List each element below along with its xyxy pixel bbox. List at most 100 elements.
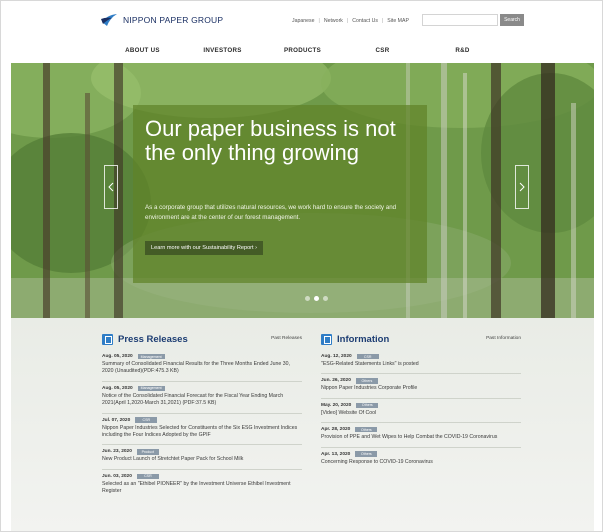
information-header: Information Past Information xyxy=(321,328,521,350)
press-releases-title: Press Releases xyxy=(118,333,188,345)
list-item[interactable]: Jun. 03, 2020 CSR Selected as an "Ethibe… xyxy=(102,473,302,496)
document-icon xyxy=(321,333,332,345)
news-tag: Management xyxy=(137,353,165,360)
slide-dot-2[interactable] xyxy=(314,296,319,301)
list-item[interactable]: Apr. 13, 2020 Others Concerning Response… xyxy=(321,451,521,466)
list-item[interactable]: Jun. 23, 2020 Product New Product Launch… xyxy=(102,448,302,463)
logo-mark-icon xyxy=(101,13,118,27)
news-meta: Apr. 28, 2020 Others xyxy=(321,426,521,433)
list-item[interactable]: Aug. 05, 2020 Management Summary of Cons… xyxy=(102,353,302,376)
search-input[interactable] xyxy=(422,14,498,26)
slide-dot-3[interactable] xyxy=(323,296,328,301)
main-nav: ABOUT US INVESTORS PRODUCTS CSR R&D xyxy=(1,41,602,63)
news-meta: Jun. 03, 2020 CSR xyxy=(102,473,302,480)
news-date: Jun. 03, 2020 xyxy=(102,473,132,479)
top-header: NIPPON PAPER GROUP Japanese | Network | … xyxy=(1,1,602,41)
news-tag: CSR xyxy=(136,473,159,480)
hero-caption-panel: Our paper business is not the only thing… xyxy=(133,105,427,283)
news-date: Jul. 07, 2020 xyxy=(102,417,131,423)
news-meta: Jul. 07, 2020 CSR xyxy=(102,417,302,424)
news-date: Aug. 12, 2020 xyxy=(321,354,352,359)
news-title[interactable]: Summary of Consolidated Financial Result… xyxy=(102,361,302,376)
past-information-link[interactable]: Past Information xyxy=(486,336,521,341)
information-title: Information xyxy=(337,333,390,345)
news-tag: Product xyxy=(136,449,159,455)
news-date: Aug. 05, 2020 xyxy=(102,354,133,359)
list-item[interactable]: Aug. 12, 2020 CSR "ESG-Related Statement… xyxy=(321,353,521,368)
nav-item-investors[interactable]: INVESTORS xyxy=(183,41,263,63)
slide-dot-1[interactable] xyxy=(305,296,310,301)
news-meta: Aug. 12, 2020 CSR xyxy=(321,353,521,360)
nav-item-about[interactable]: ABOUT US xyxy=(103,41,183,63)
list-item[interactable]: May. 20, 2020 Others [Video] Website Of … xyxy=(321,402,521,417)
news-meta: Jun. 23, 2020 Product xyxy=(102,448,302,455)
news-title[interactable]: Nippon Paper Industries Selected for Con… xyxy=(102,425,302,440)
logo[interactable]: NIPPON PAPER GROUP xyxy=(101,13,223,27)
utility-link-network[interactable]: Network xyxy=(324,18,343,24)
utility-links: Japanese | Network | Contact Us | Site M… xyxy=(292,18,409,24)
news-meta: Jun. 26, 2020 Others xyxy=(321,377,521,384)
news-tag: CSR xyxy=(356,353,379,360)
news-title[interactable]: Selected as an "Ethibel PIONEER" by the … xyxy=(102,481,302,496)
news-date: Aug. 05, 2020 xyxy=(102,385,133,391)
news-title[interactable]: Notice of the Consolidated Financial For… xyxy=(102,393,302,408)
divider xyxy=(321,446,521,448)
divider xyxy=(102,444,302,446)
hero-banner: Our paper business is not the only thing… xyxy=(11,63,594,318)
divider xyxy=(102,468,302,470)
list-item[interactable]: Jul. 07, 2020 CSR Nippon Paper Industrie… xyxy=(102,417,302,440)
news-meta: Aug. 05, 2020 Management xyxy=(102,353,302,360)
list-item[interactable]: Aug. 05, 2020 Management Notice of the C… xyxy=(102,385,302,408)
list-item[interactable]: Jun. 26, 2020 Others Nippon Paper Indust… xyxy=(321,377,521,392)
news-title[interactable]: Concerning Response to COVID-19 Coronavi… xyxy=(321,459,521,466)
chevron-right-icon xyxy=(519,182,525,192)
utility-link-japanese[interactable]: Japanese xyxy=(292,18,315,24)
hero-prev-button[interactable] xyxy=(104,165,118,209)
news-tag: Others xyxy=(356,402,379,409)
news-title[interactable]: Nippon Paper Industries Corporate Profil… xyxy=(321,385,521,392)
hero-next-button[interactable] xyxy=(515,165,529,209)
page: NIPPON PAPER GROUP Japanese | Network | … xyxy=(0,0,603,532)
chevron-left-icon xyxy=(108,182,114,192)
press-releases-header: Press Releases Past Releases xyxy=(102,328,302,350)
divider xyxy=(321,397,521,399)
news-date: Apr. 13, 2020 xyxy=(321,451,351,457)
news-tag: Others xyxy=(355,426,378,433)
news-date: May. 20, 2020 xyxy=(321,402,352,408)
news-tag: Others xyxy=(355,451,378,457)
news-tag: Management xyxy=(137,385,165,392)
logo-text: NIPPON PAPER GROUP xyxy=(123,15,224,25)
nav-item-products[interactable]: PRODUCTS xyxy=(263,41,343,63)
news-meta: Apr. 13, 2020 Others xyxy=(321,451,521,458)
press-releases-column: Press Releases Past Releases Aug. 05, 20… xyxy=(102,318,302,501)
news-title[interactable]: [Video] Website Of Cool xyxy=(321,410,521,417)
divider xyxy=(102,380,302,382)
utility-separator: | xyxy=(318,18,320,24)
news-title[interactable]: Provision of PPE and Wet Wipes to Help C… xyxy=(321,434,521,441)
news-tag: CSR xyxy=(135,417,158,423)
divider xyxy=(321,422,521,424)
search-button[interactable]: Search xyxy=(500,14,524,26)
utility-link-sitemap[interactable]: Site MAP xyxy=(387,18,409,24)
utility-separator: | xyxy=(381,18,384,24)
slide-indicators xyxy=(305,296,328,301)
utility-link-contact[interactable]: Contact Us xyxy=(352,18,378,24)
news-meta: May. 20, 2020 Others xyxy=(321,402,521,409)
utility-separator: | xyxy=(346,18,349,24)
news-area: Press Releases Past Releases Aug. 05, 20… xyxy=(11,318,594,531)
sustainability-report-link[interactable]: Learn more with our Sustainability Repor… xyxy=(145,241,264,255)
divider xyxy=(321,373,521,375)
nav-item-rnd[interactable]: R&D xyxy=(423,41,503,63)
document-icon xyxy=(102,333,113,345)
list-item[interactable]: Apr. 28, 2020 Others Provision of PPE an… xyxy=(321,426,521,441)
news-date: Jun. 26, 2020 xyxy=(321,378,351,384)
news-date: Jun. 23, 2020 xyxy=(102,449,132,455)
nav-item-csr[interactable]: CSR xyxy=(343,41,423,63)
news-title[interactable]: New Product Launch of Stretchtet Paper P… xyxy=(102,456,302,463)
hero-description: As a corporate group that utilizes natur… xyxy=(145,204,397,221)
past-releases-link[interactable]: Past Releases xyxy=(271,336,302,341)
news-tag: Others xyxy=(355,378,378,384)
news-title[interactable]: "ESG-Related Statements Links" is posted xyxy=(321,361,521,368)
divider xyxy=(102,412,302,414)
hero-title: Our paper business is not the only thing… xyxy=(145,116,396,165)
